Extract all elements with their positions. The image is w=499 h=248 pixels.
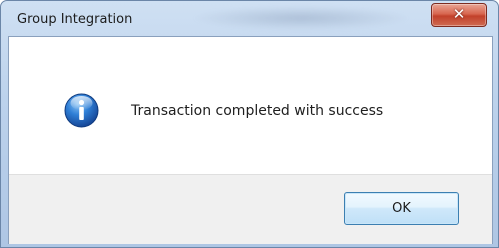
title-bar[interactable]: Group Integration ✕ bbox=[1, 1, 498, 36]
dialog-window: Group Integration ✕ Transaction complete… bbox=[0, 0, 499, 248]
ok-button[interactable]: OK bbox=[344, 192, 459, 225]
message-text: Transaction completed with success bbox=[131, 103, 384, 119]
close-button[interactable]: ✕ bbox=[431, 3, 487, 27]
button-bar: OK bbox=[9, 174, 492, 244]
close-icon: ✕ bbox=[452, 5, 466, 23]
dialog-body: Transaction completed with success OK bbox=[8, 36, 493, 244]
window-title: Group Integration bbox=[17, 12, 133, 27]
message-area: Transaction completed with success bbox=[9, 37, 492, 174]
info-icon bbox=[64, 93, 99, 128]
